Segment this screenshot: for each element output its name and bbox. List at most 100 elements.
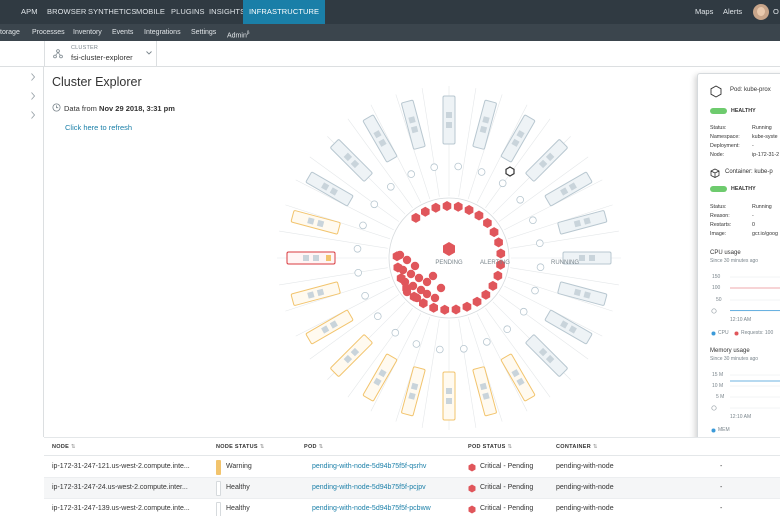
- subnav-item-events[interactable]: Events: [112, 24, 133, 41]
- table-row[interactable]: ip-172-31-247-139.us-west-2.compute.inte…: [44, 499, 780, 516]
- cell-node-status: Healthy: [226, 484, 250, 491]
- cell-node: ip-172-31-247-139.us-west-2.compute.inte…: [52, 505, 190, 512]
- node-ring-marker: [536, 263, 545, 272]
- alerting-label: ALERTING: [480, 260, 510, 266]
- chevron-right-icon[interactable]: [29, 91, 37, 101]
- cell-node: ip-172-31-247-121.us-west-2.compute.inte…: [52, 463, 190, 470]
- subnav-item-storage[interactable]: torage: [0, 24, 20, 41]
- pod-label: Pod:: [730, 87, 743, 93]
- node-card-warning-mark: [326, 255, 331, 261]
- cpu-legend-cpu: CPU: [718, 330, 729, 336]
- cluster-visualization: PENDING ALERTING RUNNING: [277, 86, 621, 430]
- cell-pod-link[interactable]: pending-with-node-5d94b75f5f-pcbww: [312, 505, 431, 512]
- pending-pod: [428, 271, 438, 281]
- tab-insights[interactable]: INSIGHTS: [209, 0, 245, 24]
- cell-pod-status: Critical - Pending: [480, 505, 534, 512]
- node-card: [544, 309, 593, 345]
- cell-extra: -: [720, 505, 723, 512]
- cell-pod-link[interactable]: pending-with-node-5d94b75f5f-pcjpv: [312, 484, 426, 491]
- maps-link[interactable]: Maps: [695, 0, 713, 24]
- cpu-chart: [711, 276, 780, 314]
- node-ring-marker: [430, 163, 439, 171]
- node-ring-marker: [519, 307, 528, 316]
- node-card: [500, 114, 536, 163]
- cursor-hex-icon: [505, 166, 515, 177]
- data-from-label: Data from: [64, 104, 97, 113]
- node-card: [305, 309, 354, 345]
- tab-browser[interactable]: BROWSER: [47, 0, 86, 24]
- node-card-pod: [446, 388, 452, 394]
- container-label: Container:: [725, 169, 753, 175]
- subnav-item-inventory[interactable]: Inventory: [73, 24, 102, 41]
- status-healthy-bar: [216, 481, 221, 496]
- node-card-frame: [290, 281, 341, 306]
- alerts-link[interactable]: Alerts: [723, 0, 742, 24]
- node-card: [286, 251, 336, 265]
- container-field-value: -: [752, 213, 754, 219]
- mem-legend-dot: [711, 428, 716, 433]
- pending-pod: [422, 289, 432, 299]
- pending-pod: [412, 293, 422, 303]
- cell-container: pending-with-node: [556, 463, 614, 470]
- pending-pod: [436, 283, 446, 293]
- cpu-chart-title: CPU usage: [710, 250, 741, 256]
- node-card: [290, 281, 341, 306]
- cluster-selector[interactable]: CLUSTER fsi-cluster-explorer: [44, 41, 157, 67]
- node-card: [544, 171, 593, 207]
- col-node[interactable]: NODE ⇅: [52, 444, 76, 450]
- col-node-status[interactable]: NODE STATUS ⇅: [216, 444, 265, 450]
- tab-plugins[interactable]: PLUGINS: [171, 0, 205, 24]
- node-card-frame: [290, 210, 341, 235]
- cell-extra: -: [720, 484, 723, 491]
- pod-field-key: Status:: [710, 125, 727, 131]
- pod-field-key: Node:: [710, 152, 725, 158]
- chevron-down-icon: [146, 51, 152, 55]
- subnav-item-settings[interactable]: Settings: [191, 24, 216, 41]
- tab-apm[interactable]: APM: [21, 0, 38, 24]
- node-card-frame: [442, 371, 456, 421]
- container-field-value: 0: [752, 222, 755, 228]
- tab-mobile[interactable]: MOBILE: [136, 0, 165, 24]
- pending-pod: [430, 293, 440, 303]
- pod-field-key: Namespace:: [710, 134, 740, 140]
- col-pod[interactable]: POD ⇅: [304, 444, 324, 450]
- container-title: Container: kube-p: [725, 169, 773, 175]
- node-card-frame: [401, 366, 426, 417]
- table-row[interactable]: ip-172-31-247-24.us-west-2.compute.inter…: [44, 478, 780, 499]
- subnav-item-processes[interactable]: Processes: [32, 24, 65, 41]
- table-row[interactable]: ip-172-31-247-121.us-west-2.compute.inte…: [44, 457, 780, 478]
- tab-synthetics[interactable]: SYNTHETICS: [88, 0, 137, 24]
- node-card-frame: [362, 353, 398, 402]
- pending-pod: [406, 269, 416, 279]
- pod-health-text: HEALTHY: [731, 108, 756, 114]
- cluster-name: fsi-cluster-explorer: [71, 53, 133, 62]
- node-card: [557, 210, 608, 235]
- col-container[interactable]: CONTAINER ⇅: [556, 444, 598, 450]
- col-pod-status[interactable]: POD STATUS ⇅: [468, 444, 512, 450]
- admin-label: Admin: [227, 32, 247, 40]
- container-field-key: Status:: [710, 204, 727, 210]
- critical-hex-icon: [468, 505, 476, 514]
- chevron-right-icon[interactable]: [29, 72, 37, 82]
- pending-pod: [402, 255, 412, 265]
- node-card: [290, 210, 341, 235]
- cell-node-status: Healthy: [226, 505, 250, 512]
- status-healthy-bar: [216, 502, 221, 516]
- user-initial[interactable]: O: [773, 0, 779, 24]
- pending-pod: [400, 277, 410, 287]
- node-card-frame: [330, 334, 373, 377]
- cell-pod-link[interactable]: pending-with-node-5d94b75f5f-qsrhv: [312, 463, 426, 470]
- subnav-item-integrations[interactable]: Integrations: [144, 24, 181, 41]
- node-card-frame: [525, 334, 568, 377]
- subnav-item-admin[interactable]: Adminβ: [227, 24, 249, 41]
- refresh-link[interactable]: Click here to refresh: [65, 123, 132, 132]
- cluster-icon: [53, 49, 63, 59]
- left-rail: [0, 67, 44, 437]
- tab-infrastructure[interactable]: INFRASTRUCTURE: [243, 0, 326, 24]
- cpu-legend-requests: Requests: 100: [741, 330, 774, 336]
- avatar[interactable]: [753, 4, 769, 20]
- cluster-kicker: CLUSTER: [71, 45, 99, 51]
- node-card: [472, 366, 497, 417]
- chevron-right-icon[interactable]: [29, 110, 37, 120]
- pod-detail-panel: Pod: kube-prox HEALTHY Status: Running N…: [697, 73, 780, 446]
